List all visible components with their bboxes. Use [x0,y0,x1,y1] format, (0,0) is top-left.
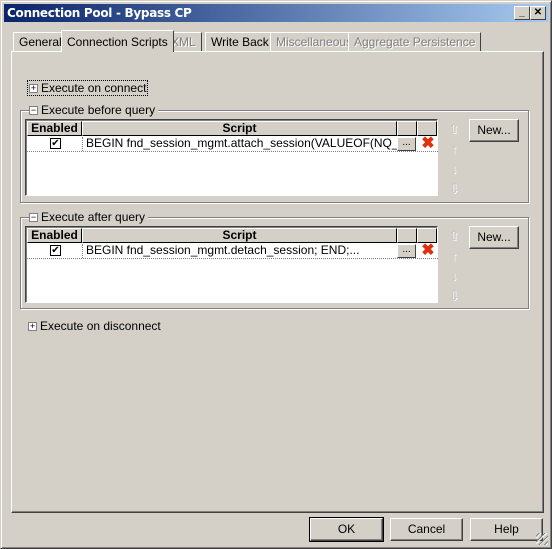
move-bottom-icon: ⇩ [448,181,460,196]
cancel-button[interactable]: Cancel [390,518,463,541]
before-query-grid: Enabled Script ✔ BEGIN fnd_session_mgmt.… [25,119,438,196]
new-after-query-button[interactable]: New... [469,226,519,249]
move-top-icon: ⇧ [448,121,460,136]
minimize-button[interactable]: _ [514,6,530,20]
dialog-window: Connection Pool - Bypass CP _ □ ✕ Genera… [0,0,552,549]
column-header-enabled[interactable]: Enabled [27,121,82,136]
table-row[interactable]: ✔ BEGIN fnd_session_mgmt.attach_session(… [27,136,438,152]
column-header-delete [417,121,437,136]
after-query-header[interactable]: − Execute after query [29,210,149,224]
column-header-delete [417,228,437,243]
edit-script-button[interactable]: ... [397,244,416,258]
execute-on-disconnect-expander[interactable]: + Execute on disconnect [28,319,161,333]
tab-miscellaneous: Miscellaneous [270,32,359,51]
close-button[interactable]: ✕ [530,6,546,20]
execute-on-connect-label: Execute on connect [41,81,147,95]
window-title: Connection Pool - Bypass CP [7,6,192,20]
delete-icon[interactable]: ✖ [419,243,437,259]
delete-icon[interactable]: ✖ [419,136,437,152]
column-header-edit [397,121,417,136]
move-top-icon: ⇧ [448,228,460,243]
edit-script-button[interactable]: ... [397,137,416,151]
collapse-icon[interactable]: − [29,106,38,116]
execute-on-connect-expander[interactable]: + Execute on connect [26,80,149,96]
column-header-script[interactable]: Script [82,228,397,243]
after-query-grid: Enabled Script ✔ BEGIN fnd_session_mgmt.… [25,226,438,303]
move-bottom-icon: ⇩ [448,288,460,303]
tab-general[interactable]: General [13,32,68,51]
column-header-edit [397,228,417,243]
column-header-script[interactable]: Script [82,121,397,136]
table-row[interactable]: ✔ BEGIN fnd_session_mgmt.detach_session;… [27,243,438,259]
before-query-label: Execute before query [41,103,156,117]
expand-icon[interactable]: + [29,84,38,94]
execute-on-disconnect-label: Execute on disconnect [40,319,161,333]
enabled-checkbox[interactable]: ✔ [50,138,61,149]
move-up-icon: ↑ [450,141,458,156]
tab-write-back[interactable]: Write Back [205,32,275,51]
new-before-query-button[interactable]: New... [469,119,519,142]
after-query-label: Execute after query [41,210,146,224]
tab-connection-scripts[interactable]: Connection Scripts [61,30,174,52]
collapse-icon[interactable]: − [29,213,38,223]
help-button[interactable]: Help [470,518,543,541]
enabled-checkbox[interactable]: ✔ [50,245,61,256]
move-up-icon: ↑ [450,248,458,263]
tab-aggregate-persistence: Aggregate Persistence [348,32,482,51]
move-down-icon: ↓ [450,161,458,176]
script-cell[interactable]: BEGIN fnd_session_mgmt.attach_session(VA… [82,137,397,151]
move-down-icon: ↓ [450,268,458,283]
title-bar[interactable]: Connection Pool - Bypass CP _ □ [4,4,549,22]
expand-icon[interactable]: + [28,322,37,332]
before-query-header[interactable]: − Execute before query [29,103,159,117]
resize-grip[interactable] [536,533,548,545]
column-header-enabled[interactable]: Enabled [27,228,82,243]
ok-button[interactable]: OK [309,517,384,542]
script-cell[interactable]: BEGIN fnd_session_mgmt.detach_session; E… [82,244,397,258]
